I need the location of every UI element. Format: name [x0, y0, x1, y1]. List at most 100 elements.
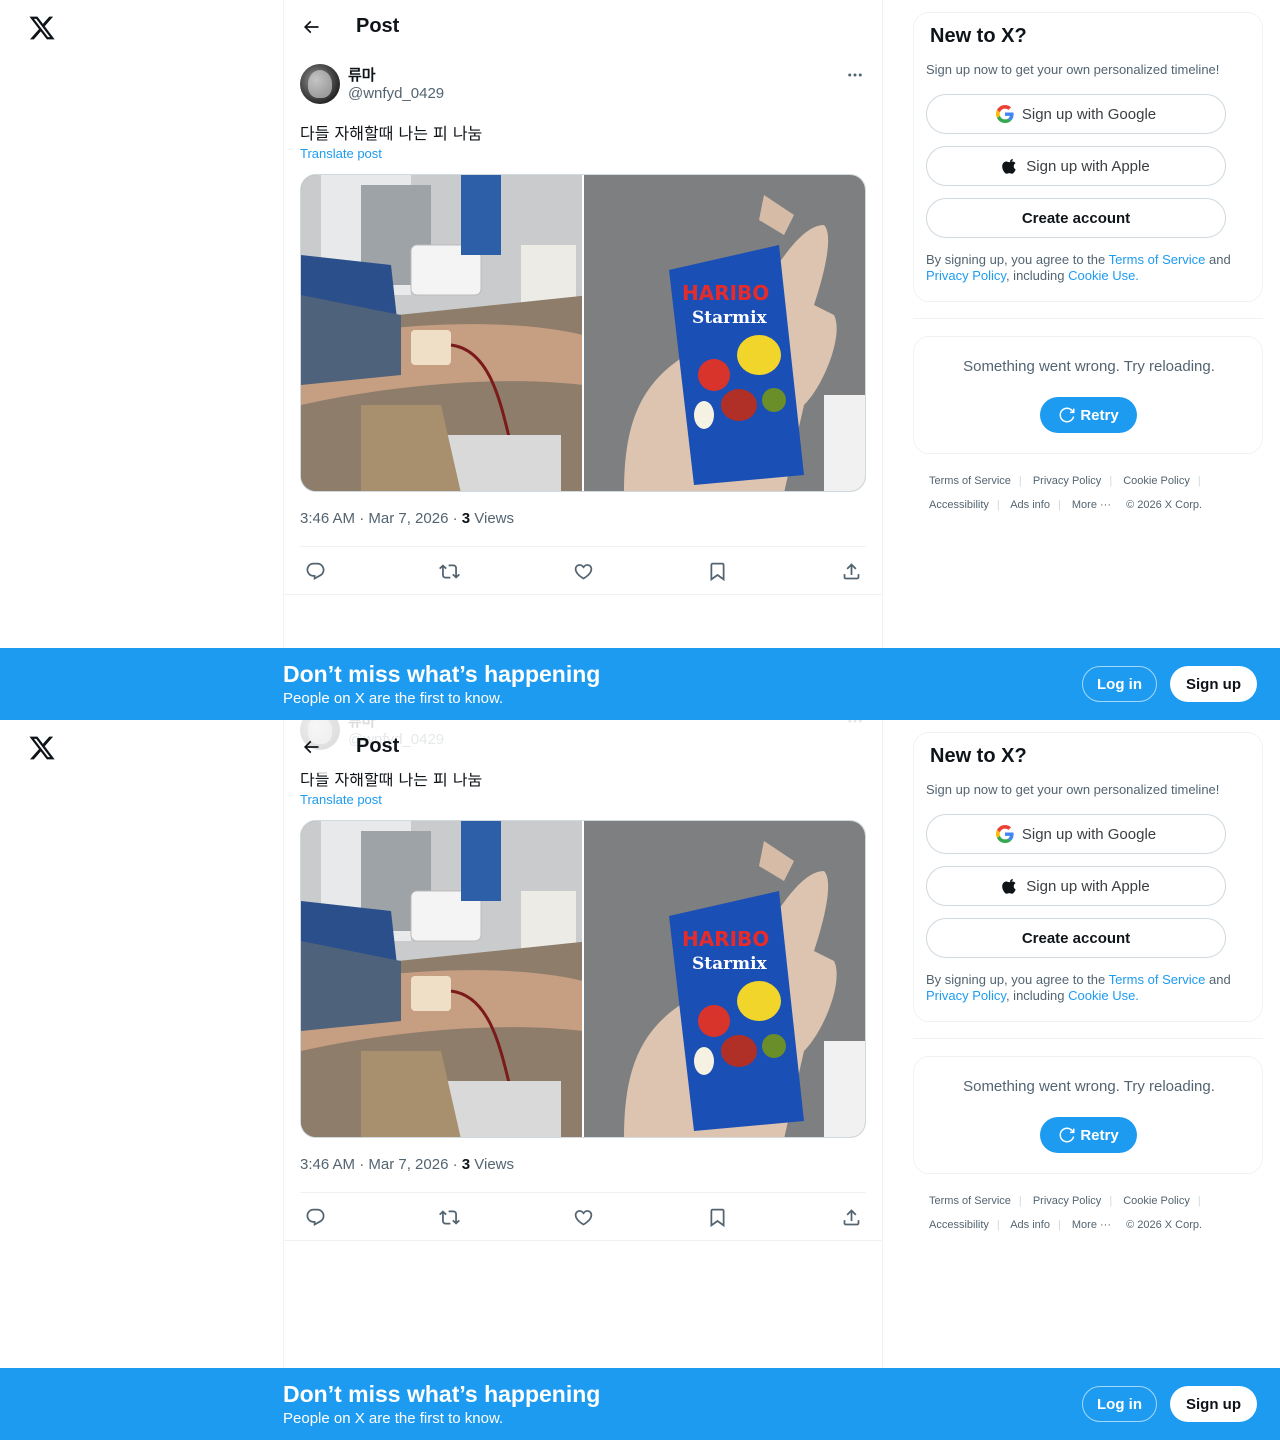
- more-options-icon[interactable]: [844, 66, 866, 84]
- footer-link-privacy[interactable]: Privacy Policy: [1033, 475, 1101, 487]
- signup-button[interactable]: Sign up: [1170, 1386, 1257, 1422]
- footer-link-terms[interactable]: Terms of Service: [929, 475, 1011, 487]
- bookmark-icon[interactable]: [706, 1206, 728, 1228]
- legal-and: and: [1205, 972, 1231, 987]
- footer-link-ads-info[interactable]: Ads info: [1010, 1219, 1050, 1231]
- repost-icon[interactable]: [438, 1206, 460, 1228]
- signup-subtitle: Sign up now to get your own personalized…: [926, 62, 1220, 77]
- views-label: Views: [470, 510, 515, 527]
- sidebar-separator: [913, 318, 1263, 319]
- retry-button[interactable]: Retry: [1040, 1117, 1137, 1153]
- x-logo-icon[interactable]: [28, 14, 56, 42]
- signup-button[interactable]: Sign up: [1170, 666, 1257, 702]
- avatar[interactable]: [300, 64, 340, 104]
- like-icon[interactable]: [572, 1206, 594, 1228]
- views-count: 3: [461, 1156, 471, 1173]
- media-image-blood-donation[interactable]: [301, 175, 582, 491]
- signup-google-button[interactable]: Sign up with Google: [926, 814, 1226, 854]
- signup-google-button[interactable]: Sign up with Google: [926, 94, 1226, 134]
- translate-post-link[interactable]: Translate post: [300, 146, 382, 161]
- footer-link-privacy[interactable]: Privacy Policy: [1033, 1195, 1101, 1207]
- viewport-frame-2: Post 류마 @wnfyd_0429 다들 자해할때 나는 피 나눔 Tran…: [0, 720, 1280, 1440]
- reply-icon[interactable]: [304, 1206, 326, 1228]
- refresh-icon: [1058, 406, 1076, 424]
- signup-banner: Don’t miss what’s happening People on X …: [0, 648, 1280, 720]
- main-column: Post 류마 @wnfyd_0429 다들 자해할때 나는 피 나눔 Tran…: [283, 720, 883, 1440]
- cookie-link[interactable]: Cookie Use.: [1068, 268, 1139, 283]
- login-button[interactable]: Log in: [1082, 666, 1157, 702]
- tos-link[interactable]: Terms of Service: [1109, 252, 1206, 267]
- footer-link-more[interactable]: More ···: [1072, 499, 1111, 511]
- repost-icon[interactable]: [438, 560, 460, 582]
- author-handle[interactable]: @wnfyd_0429: [348, 85, 444, 102]
- translate-post-link[interactable]: Translate post: [300, 792, 382, 807]
- signup-subtitle: Sign up now to get your own personalized…: [926, 782, 1220, 797]
- signup-legal-text: By signing up, you agree to the Terms of…: [926, 972, 1256, 1004]
- page-title: Post: [356, 735, 400, 757]
- privacy-link[interactable]: Privacy Policy: [926, 988, 1006, 1003]
- post-text: 다들 자해할때 나는 피 나눔: [300, 124, 483, 143]
- author-name[interactable]: 류마: [348, 64, 376, 85]
- signup-apple-button[interactable]: Sign up with Apple: [926, 866, 1226, 906]
- footer-link-ads-info[interactable]: Ads info: [1010, 499, 1050, 511]
- candy-product-text: Starmix: [692, 954, 768, 974]
- views-count: 3: [461, 510, 471, 527]
- post-meta: 3:46 AM · Mar 7, 2026 · 3 Views: [300, 1156, 514, 1173]
- apple-icon: [1002, 157, 1018, 175]
- like-icon[interactable]: [572, 560, 594, 582]
- legal-and: and: [1205, 252, 1231, 267]
- page-title: Post: [356, 15, 400, 37]
- share-icon[interactable]: [840, 560, 862, 582]
- post-media: HARIBO Starmix: [300, 820, 866, 1138]
- apple-icon: [1002, 877, 1018, 895]
- post-meta: 3:46 AM · Mar 7, 2026 · 3 Views: [300, 510, 514, 527]
- footer-link-cookie[interactable]: Cookie Policy: [1123, 475, 1190, 487]
- x-logo-icon[interactable]: [28, 734, 56, 762]
- legal-prefix: By signing up, you agree to the: [926, 252, 1109, 267]
- signup-apple-button[interactable]: Sign up with Apple: [926, 146, 1226, 186]
- footer-link-accessibility[interactable]: Accessibility: [929, 499, 989, 511]
- signup-title: New to X?: [930, 745, 1027, 767]
- footer-link-accessibility[interactable]: Accessibility: [929, 1219, 989, 1231]
- post-timestamp[interactable]: 3:46 AM · Mar 7, 2026 ·: [300, 510, 462, 527]
- sidebar-separator: [913, 1038, 1263, 1039]
- back-arrow-icon[interactable]: [298, 14, 324, 40]
- cookie-link[interactable]: Cookie Use.: [1068, 988, 1139, 1003]
- reply-icon[interactable]: [304, 560, 326, 582]
- create-account-button[interactable]: Create account: [926, 918, 1226, 958]
- google-icon: [995, 105, 1014, 123]
- login-button[interactable]: Log in: [1082, 1386, 1157, 1422]
- sidebar-footer: Terms of Service | Privacy Policy | Cookie…: [929, 1195, 1203, 1231]
- error-card: Something went wrong. Try reloading. Ret…: [913, 336, 1263, 454]
- retry-label: Retry: [1080, 406, 1119, 424]
- footer-link-more[interactable]: More ···: [1072, 1219, 1111, 1231]
- signup-google-label: Sign up with Google: [1021, 105, 1157, 123]
- footer-link-cookie[interactable]: Cookie Policy: [1123, 1195, 1190, 1207]
- back-arrow-icon[interactable]: [298, 734, 324, 760]
- retry-button[interactable]: Retry: [1040, 397, 1137, 433]
- footer-link-terms[interactable]: Terms of Service: [929, 1195, 1011, 1207]
- create-account-button[interactable]: Create account: [926, 198, 1226, 238]
- error-message: Something went wrong. Try reloading.: [963, 1078, 1215, 1095]
- media-image-blood-donation[interactable]: [301, 821, 582, 1137]
- action-divider-bottom: [284, 594, 882, 595]
- banner-title: Don’t miss what’s happening: [283, 1381, 601, 1407]
- banner-title: Don’t miss what’s happening: [283, 661, 601, 687]
- signup-card: New to X? Sign up now to get your own pe…: [913, 732, 1263, 1022]
- candy-brand-text: HARIBO: [682, 281, 769, 305]
- signup-apple-label: Sign up with Apple: [1026, 157, 1150, 175]
- media-image-haribo-candy[interactable]: HARIBO Starmix: [584, 821, 865, 1137]
- share-icon[interactable]: [840, 1206, 862, 1228]
- post-media: HARIBO Starmix: [300, 174, 866, 492]
- error-message: Something went wrong. Try reloading.: [963, 358, 1215, 375]
- candy-brand-text: HARIBO: [682, 927, 769, 951]
- bookmark-icon[interactable]: [706, 560, 728, 582]
- media-image-haribo-candy[interactable]: HARIBO Starmix: [584, 175, 865, 491]
- tos-link[interactable]: Terms of Service: [1109, 972, 1206, 987]
- signup-legal-text: By signing up, you agree to the Terms of…: [926, 252, 1256, 284]
- banner-subtitle: People on X are the first to know.: [283, 690, 504, 707]
- sidebar-footer: Terms of Service | Privacy Policy | Cookie…: [929, 475, 1203, 511]
- post-timestamp[interactable]: 3:46 AM · Mar 7, 2026 ·: [300, 1156, 462, 1173]
- privacy-link[interactable]: Privacy Policy: [926, 268, 1006, 283]
- candy-product-text: Starmix: [692, 308, 768, 328]
